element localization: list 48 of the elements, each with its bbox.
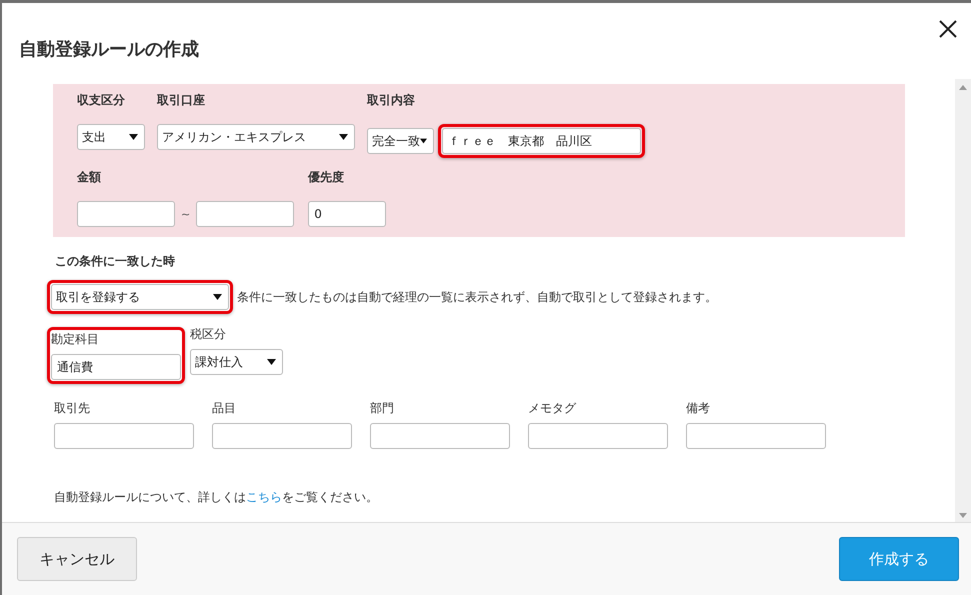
- max-amount-field[interactable]: [196, 201, 294, 227]
- input-field[interactable]: 通信費: [51, 354, 181, 380]
- help-text: 自動登録ルールについて、詳しくは こちら をご覧ください。: [54, 489, 379, 506]
- action-dropdown[interactable]: 取引を登録する: [51, 284, 229, 310]
- field-label: 金額: [77, 169, 102, 186]
- cancel-button[interactable]: キャンセル: [17, 537, 137, 581]
- input-field[interactable]: [54, 423, 194, 449]
- field-label: 取引内容: [367, 92, 416, 109]
- help-link[interactable]: こちら: [246, 490, 282, 504]
- input-field[interactable]: [370, 423, 510, 449]
- field-label: 部門: [370, 400, 395, 417]
- field-label: 税区分: [190, 326, 227, 343]
- scroll-down-icon: [959, 513, 967, 518]
- dropdown[interactable]: 課対仕入: [190, 349, 283, 375]
- caret-icon: [129, 134, 138, 140]
- caret-icon: [420, 138, 427, 144]
- dropdown-value: 課対仕入: [195, 354, 243, 370]
- field-label: 取引先: [54, 400, 91, 417]
- dropdown[interactable]: アメリカン・エキスプレス: [157, 124, 355, 150]
- dropdown[interactable]: 支出: [77, 124, 145, 150]
- dropdown-value: 取引を登録する: [56, 288, 140, 306]
- field-label: メモタグ: [528, 400, 578, 417]
- min-amount-field[interactable]: [77, 201, 175, 227]
- range-separator: ~: [181, 208, 190, 220]
- field-label: 収支区分: [77, 92, 126, 109]
- field-label: 勘定科目: [51, 331, 100, 348]
- dropdown-value: アメリカン・エキスプレス: [162, 128, 306, 146]
- close-icon[interactable]: [939, 20, 957, 38]
- scroll-up-icon: [959, 85, 967, 90]
- description-text: 条件に一致したものは自動で経理の一覧に表示されず、自動で取引として登録されます。: [237, 288, 717, 306]
- scrollbar[interactable]: [955, 79, 971, 522]
- dropdown[interactable]: 完全一致: [367, 128, 434, 154]
- input-field[interactable]: [212, 423, 352, 449]
- caret-icon: [213, 294, 222, 300]
- caret-icon: [339, 134, 348, 140]
- dropdown-value: 完全一致: [372, 132, 420, 150]
- dropdown-value: 支出: [82, 128, 106, 146]
- field-label: 取引口座: [157, 92, 206, 109]
- text-field[interactable]: ｆｒｅｅ 東京都 品川区: [442, 128, 641, 154]
- caret-icon: [267, 359, 276, 365]
- section-heading: この条件に一致した時: [55, 253, 176, 270]
- dialog-title: 自動登録ルールの作成: [19, 38, 199, 61]
- field-label: 優先度: [308, 169, 346, 186]
- input-field[interactable]: [686, 423, 826, 449]
- field-label: 備考: [686, 400, 711, 417]
- priority-field[interactable]: 0: [308, 201, 386, 227]
- field-label: 品目: [212, 400, 237, 417]
- input-field[interactable]: [528, 423, 668, 449]
